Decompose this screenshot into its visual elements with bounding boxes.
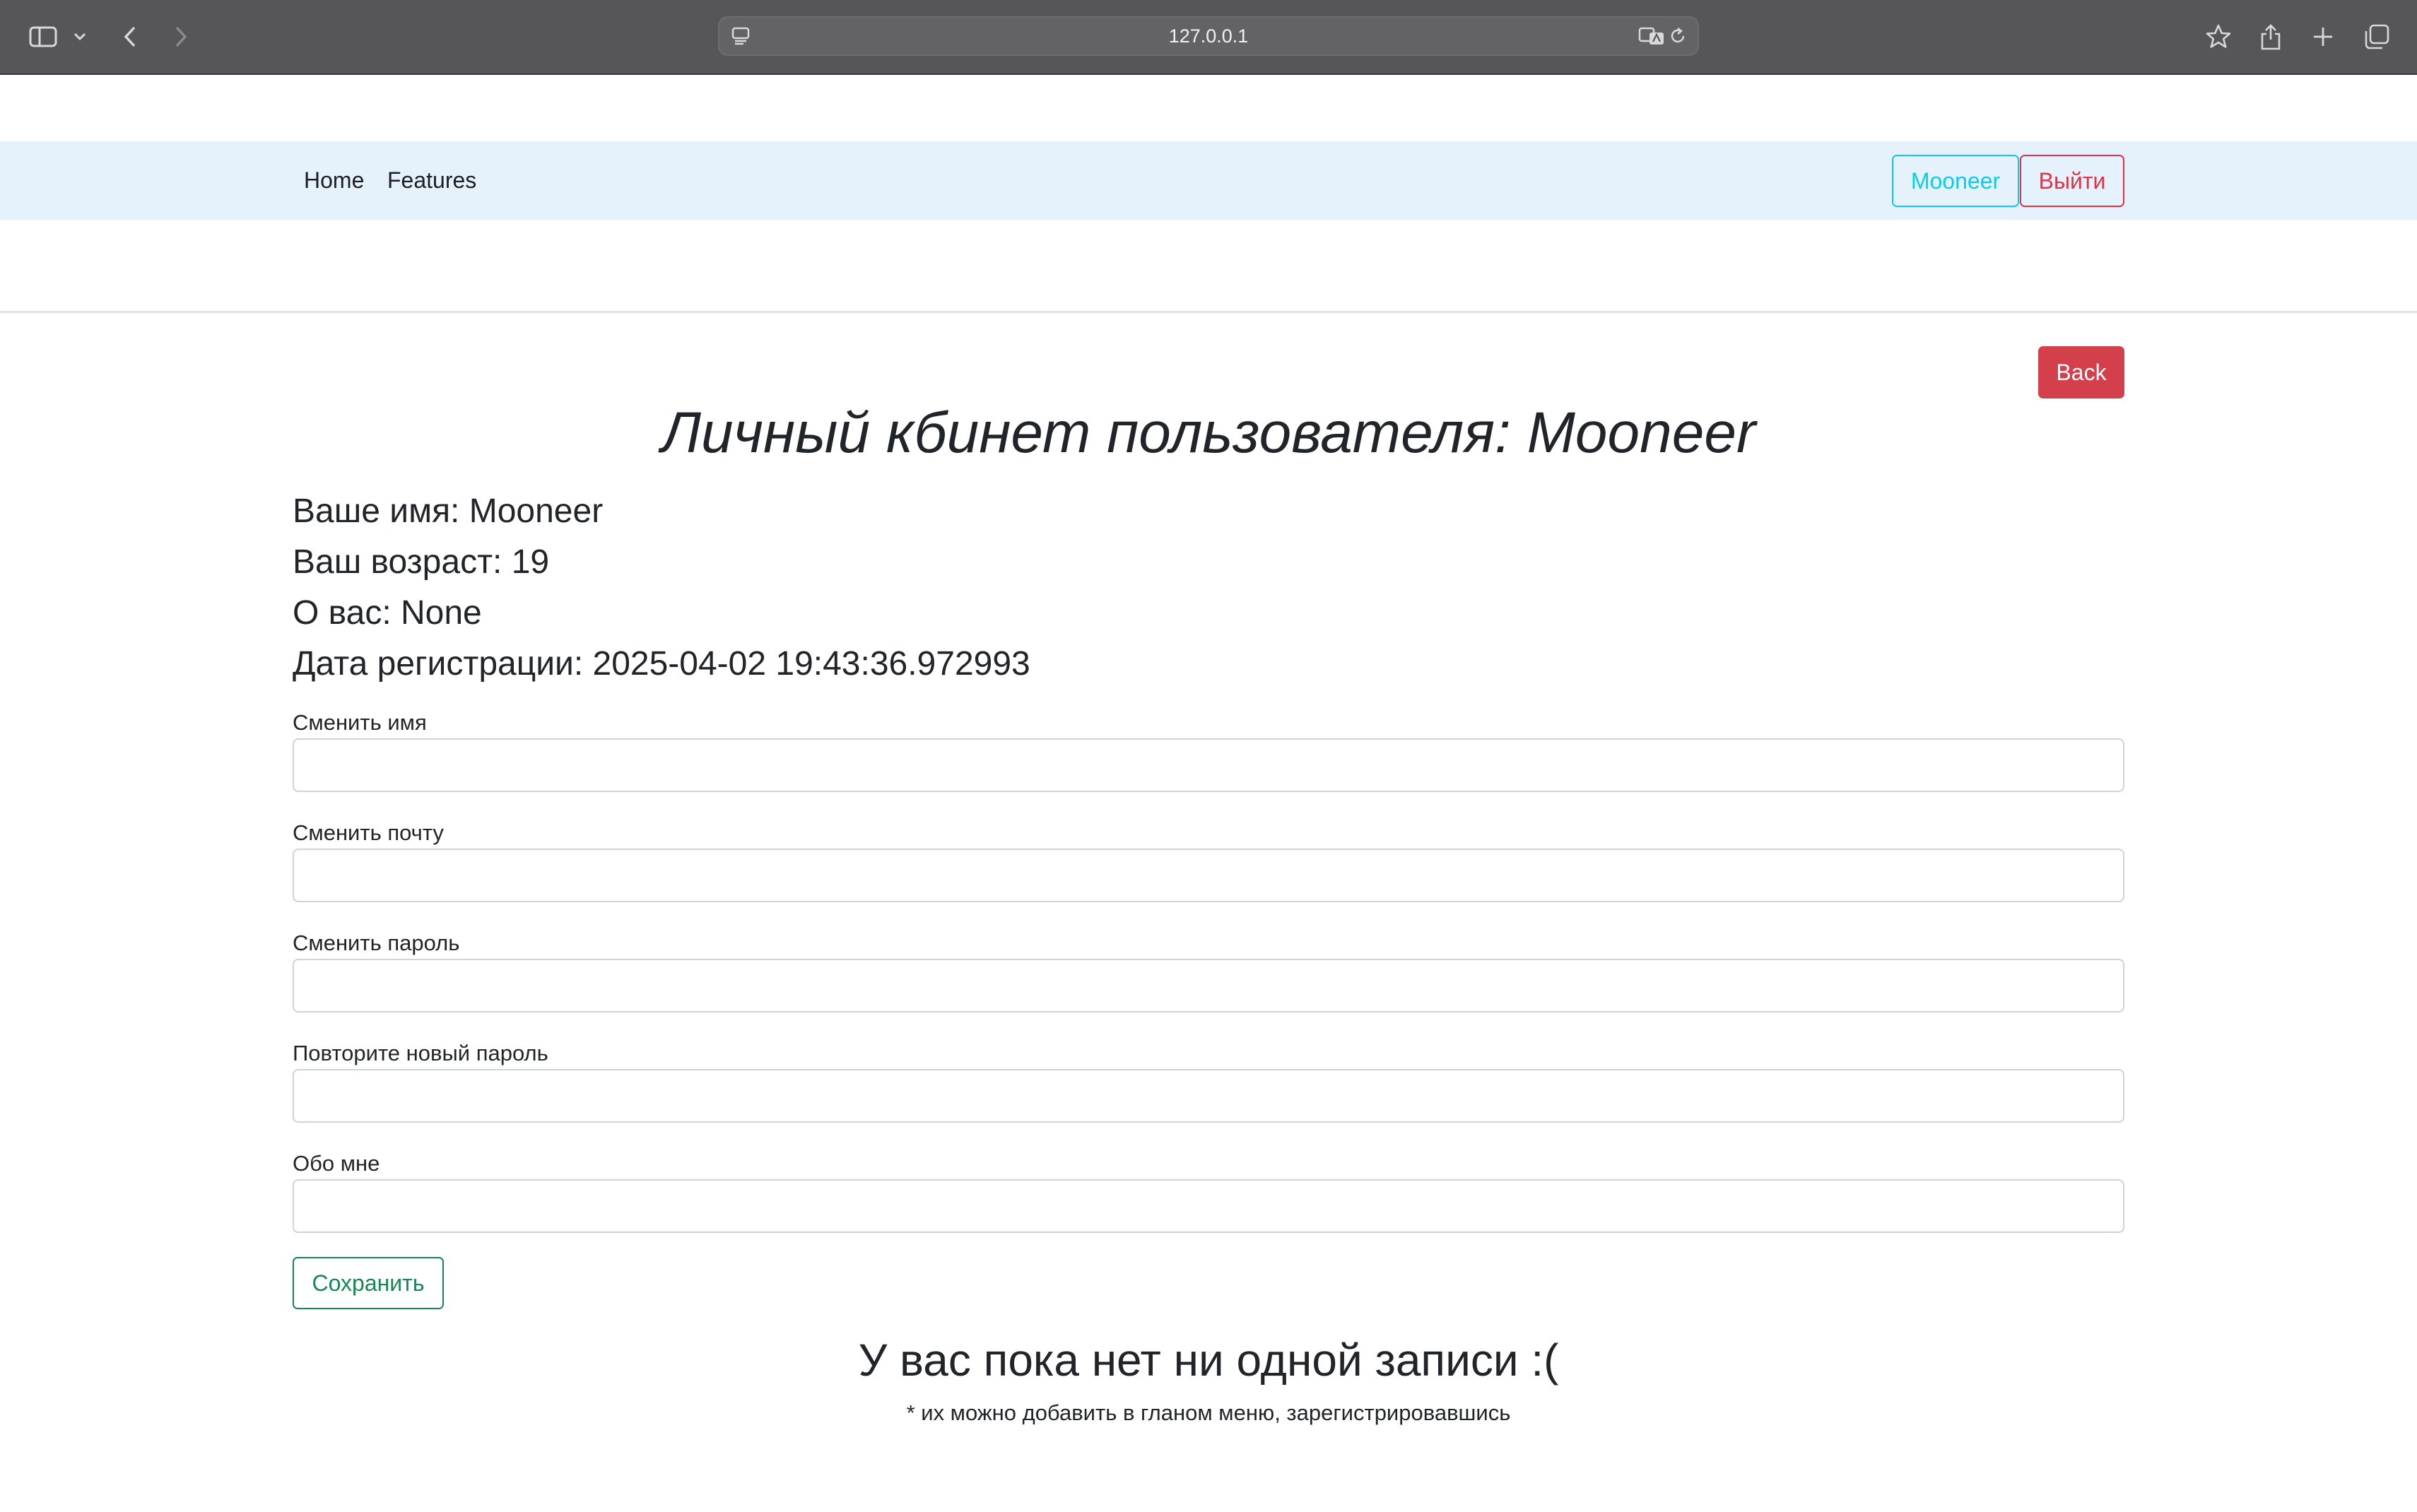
- forward-arrow-icon[interactable]: [167, 20, 195, 54]
- no-records-hint: * их можно добавить в гланом меню, зарег…: [906, 1400, 1511, 1425]
- sidebar-toggle-icon[interactable]: [25, 20, 61, 54]
- change-email-label: Сменить почту: [293, 820, 444, 845]
- header-divider: [0, 311, 2417, 313]
- change-email-input[interactable]: [293, 849, 2124, 902]
- url-text: 127.0.0.1: [1168, 25, 1249, 47]
- browser-toolbar: 127.0.0.1: [0, 0, 2417, 75]
- profile-age: Ваш возраст: 19: [293, 543, 550, 581]
- address-bar[interactable]: 127.0.0.1: [718, 16, 1699, 56]
- chevron-down-icon[interactable]: [68, 20, 92, 54]
- about-me-label: Обо мне: [293, 1151, 380, 1176]
- share-icon[interactable]: [2254, 20, 2287, 54]
- save-button[interactable]: Сохранить: [293, 1257, 444, 1309]
- profile-name: Ваше имя: Mooneer: [293, 492, 604, 530]
- page-title: Личный кбинет пользователя: Mooneer: [661, 401, 1756, 465]
- nav-link-home[interactable]: Home: [304, 141, 364, 220]
- profile-about: О вас: None: [293, 594, 482, 632]
- navbar: Home Features Mooneer Выйти: [0, 141, 2417, 220]
- tab-overview-icon[interactable]: [2360, 20, 2393, 54]
- translate-icon[interactable]: [1638, 26, 1665, 49]
- change-name-input[interactable]: [293, 738, 2124, 792]
- change-name-label: Сменить имя: [293, 710, 427, 735]
- new-tab-icon[interactable]: [2307, 20, 2339, 54]
- change-password-input[interactable]: [293, 959, 2124, 1012]
- about-me-input[interactable]: [293, 1179, 2124, 1233]
- nav-link-features[interactable]: Features: [387, 141, 476, 220]
- repeat-password-label: Повторите новый пароль: [293, 1041, 548, 1065]
- no-records-title: У вас пока нет ни одной записи :(: [858, 1335, 1559, 1386]
- change-password-label: Сменить пароль: [293, 931, 460, 955]
- back-button[interactable]: Back: [2038, 346, 2124, 398]
- repeat-password-input[interactable]: [293, 1069, 2124, 1123]
- user-profile-button[interactable]: Mooneer: [1892, 155, 2019, 207]
- logout-button[interactable]: Выйти: [2020, 155, 2124, 207]
- profile-registration-date: Дата регистрации: 2025-04-02 19:43:36.97…: [293, 645, 1030, 683]
- reload-icon[interactable]: [1668, 26, 1688, 49]
- bookmark-star-icon[interactable]: [2202, 20, 2235, 54]
- back-arrow-icon[interactable]: [116, 20, 144, 54]
